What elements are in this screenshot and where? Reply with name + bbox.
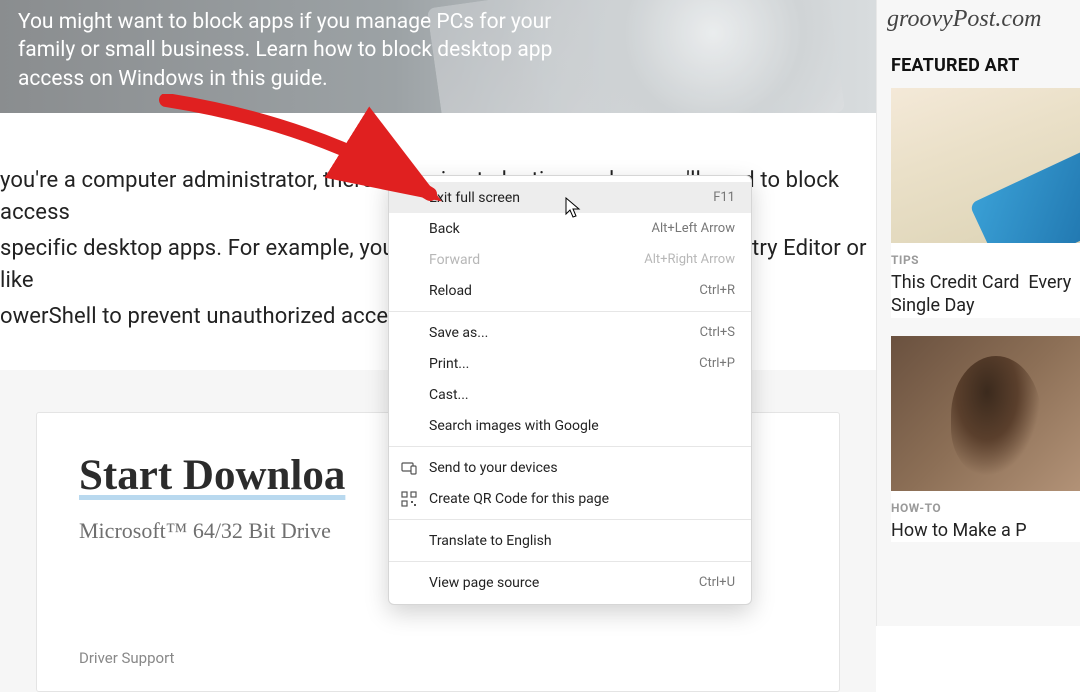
- menu-item-send-devices[interactable]: Send to your devices: [389, 452, 751, 483]
- menu-label: View page source: [429, 575, 699, 591]
- menu-item-save-as[interactable]: Save as... Ctrl+S: [389, 317, 751, 348]
- menu-shortcut: Ctrl+U: [699, 575, 735, 590]
- menu-separator: [389, 561, 751, 562]
- menu-item-print[interactable]: Print... Ctrl+P: [389, 348, 751, 379]
- menu-label: Cast...: [429, 387, 735, 403]
- site-brand[interactable]: groovyPost.com: [877, 0, 1080, 33]
- menu-label: Create QR Code for this page: [429, 491, 735, 507]
- menu-label: Save as...: [429, 325, 700, 341]
- sidebar-thumb-barista: [891, 336, 1080, 491]
- menu-item-qr-code[interactable]: Create QR Code for this page: [389, 483, 751, 514]
- menu-item-view-source[interactable]: View page source Ctrl+U: [389, 567, 751, 598]
- sidebar: groovyPost.com FEATURED ART TIPS This Cr…: [876, 0, 1080, 626]
- menu-label: Forward: [429, 252, 644, 268]
- menu-shortcut: Ctrl+R: [699, 283, 735, 298]
- menu-separator: [389, 446, 751, 447]
- menu-shortcut: Alt+Right Arrow: [644, 252, 735, 267]
- sidebar-card[interactable]: TIPS This Credit Card Every Single Day: [891, 88, 1080, 318]
- sidebar-title[interactable]: This Credit Card Every Single Day: [891, 271, 1080, 318]
- menu-label: Reload: [429, 283, 699, 299]
- menu-shortcut: Ctrl+S: [700, 325, 735, 340]
- qr-icon: [401, 491, 417, 507]
- hero-banner: You might want to block apps if you mana…: [0, 0, 876, 113]
- menu-item-reload[interactable]: Reload Ctrl+R: [389, 275, 751, 306]
- menu-separator: [389, 311, 751, 312]
- menu-item-cast[interactable]: Cast...: [389, 379, 751, 410]
- menu-separator: [389, 519, 751, 520]
- sidebar-category: HOW-TO: [891, 501, 1080, 515]
- sidebar-category: TIPS: [891, 253, 1080, 267]
- menu-label: Search images with Google: [429, 418, 735, 434]
- menu-shortcut: Alt+Left Arrow: [651, 221, 735, 236]
- hero-text: You might want to block apps if you mana…: [18, 8, 578, 93]
- menu-label: Send to your devices: [429, 460, 735, 476]
- sidebar-thumb-credit-card: [891, 88, 1080, 243]
- devices-icon: [401, 460, 417, 476]
- sidebar-heading: FEATURED ART: [877, 33, 1080, 88]
- menu-item-forward: Forward Alt+Right Arrow: [389, 244, 751, 275]
- menu-label: Print...: [429, 356, 699, 372]
- menu-shortcut: Ctrl+P: [699, 356, 735, 371]
- sidebar-title[interactable]: How to Make a P: [891, 519, 1080, 542]
- ad-sponsor: Driver Support: [79, 649, 174, 667]
- context-menu: Exit full screen F11 Back Alt+Left Arrow…: [388, 175, 752, 605]
- sidebar-card[interactable]: HOW-TO How to Make a P: [891, 336, 1080, 542]
- menu-label: Translate to English: [429, 533, 735, 549]
- menu-item-search-images[interactable]: Search images with Google: [389, 410, 751, 441]
- cursor-icon: [565, 197, 583, 221]
- menu-label: Back: [429, 221, 651, 237]
- menu-shortcut: F11: [713, 190, 735, 205]
- menu-item-translate[interactable]: Translate to English: [389, 525, 751, 556]
